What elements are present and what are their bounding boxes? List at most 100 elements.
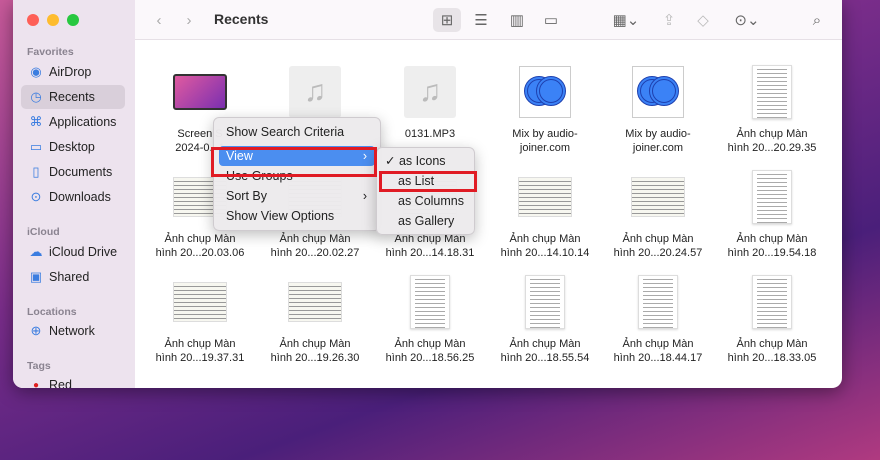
file-preview [288,282,342,322]
file-name: Ảnh chụp Màn [509,338,581,350]
chevron-right-icon: › [362,189,367,203]
gallery-view-button[interactable]: ▭ [537,8,565,32]
file-preview [752,170,792,224]
sidebar-item-downloads[interactable]: ⊙ Downloads [21,185,125,209]
file-name: Ảnh chụp Màn [736,338,808,350]
file-name-line2: hình 20...19.37.31 [155,352,245,364]
file-thumbnail [631,170,685,224]
share-icon[interactable]: ⇪ [657,8,681,32]
file-name-line2: hình 20...19.26.30 [270,352,360,364]
sidebar-item-desktop[interactable]: ▭ Desktop [21,135,125,159]
globe-icon: ⊕ [30,323,42,338]
file-item[interactable]: Ảnh chụp Màn hình 20...19.37.31 [143,275,257,365]
section-locations: Locations [27,306,77,318]
back-button[interactable]: ‹ [149,8,169,32]
file-preview [518,177,572,217]
checkmark-icon: ✓ [385,154,396,168]
download-icon: ⊙ [30,189,42,204]
file-preview [173,282,227,322]
file-preview [519,66,571,118]
file-item[interactable]: Mix by audio-joiner.com [488,65,602,155]
file-name: Ảnh chụp Màn [394,338,466,350]
file-item[interactable]: Ảnh chụp Màn hình 20...14.10.14 [488,170,602,260]
file-thumbnail [518,65,572,119]
submenu-as-icons[interactable]: ✓ as Icons [381,151,470,171]
file-item[interactable]: Ảnh chụp Màn hình 20...19.26.30 [258,275,372,365]
file-name-line2: hình 20...18.33.05 [727,352,817,364]
sidebar-item-airdrop[interactable]: ◉ AirDrop [21,60,125,84]
sidebar-item-red[interactable]: ● Red [21,373,125,388]
file-item[interactable]: Ảnh chụp Màn hình 20...18.44.17 [601,275,715,365]
search-icon[interactable]: ⌕ [805,8,829,32]
menu-sort-by[interactable]: Sort By › [219,186,375,206]
submenu-as-icons-label: as Icons [398,154,446,168]
file-preview [632,66,684,118]
file-preview [752,65,792,119]
file-thumbnail [631,275,685,329]
file-name: Ảnh chụp Màn [736,233,808,245]
file-name: Ảnh chụp Màn [279,338,351,350]
file-preview [525,275,565,329]
more-actions-button[interactable]: ⊙⌄ [729,8,765,32]
shared-folder-icon: ▣ [29,269,43,284]
minimize-button[interactable] [47,14,59,26]
file-name-line2: hình 20...18.55.54 [500,352,590,364]
file-thumbnail [173,65,227,119]
applications-icon: ⌘ [29,114,43,129]
icon-view-button[interactable]: ⊞ [433,8,461,32]
sidebar: Favorites iCloud Locations Tags ◉ AirDrop… [13,0,135,388]
window-controls [27,14,79,26]
file-name-line2: hình 20...14.10.14 [500,247,590,259]
file-item[interactable]: Ảnh chụp Màn hình 20...19.54.18 [715,170,829,260]
file-preview [410,275,450,329]
annotation-box-as-list [379,171,477,192]
file-name-line2: hình 20...20.02.27 [270,247,360,259]
group-button[interactable]: ▦⌄ [605,8,647,32]
file-thumbnail [631,65,685,119]
document-icon: ▯ [32,164,40,179]
sidebar-item-documents[interactable]: ▯ Documents [21,160,125,184]
sidebar-item-label: Recents [49,90,95,104]
file-thumbnail [288,275,342,329]
forward-button[interactable]: › [179,8,199,32]
file-item[interactable]: Ảnh chụp Màn hình 20...20.29.35 [715,65,829,155]
file-name-line2: joiner.com [519,142,571,154]
sidebar-item-label: Applications [49,115,117,129]
submenu-as-columns[interactable]: as Columns [381,191,470,211]
sidebar-item-icloud-drive[interactable]: ☁ iCloud Drive [21,240,125,264]
sidebar-item-label: Red [49,378,72,388]
sidebar-item-shared[interactable]: ▣ Shared [21,265,125,289]
menu-show-search-criteria[interactable]: Show Search Criteria [219,122,375,142]
sidebar-item-recents[interactable]: ◷ Recents [21,85,125,109]
file-name-line2: hình 20...18.56.25 [385,352,475,364]
sidebar-item-network[interactable]: ⊕ Network [21,319,125,343]
file-item[interactable]: Ảnh chụp Màn hình 20...18.56.25 [373,275,487,365]
file-item[interactable]: Ảnh chụp Màn hình 20...18.55.54 [488,275,602,365]
music-file-icon: ♫ [404,66,456,118]
file-item[interactable]: ♫ 0131.MP3 [373,65,487,141]
file-item[interactable]: Ảnh chụp Màn hình 20...20.24.57 [601,170,715,260]
file-thumbnail [403,275,457,329]
toolbar: ‹ › Recents ⊞ ☰ ▥ ▭ ▦⌄ ⇪ ◇ ⊙⌄ ⌕ [135,0,842,40]
file-thumbnail [518,170,572,224]
file-name: Mix by audio- [512,128,578,140]
menu-show-view-options[interactable]: Show View Options [219,206,375,226]
sidebar-item-label: Documents [49,165,113,179]
sidebar-item-applications[interactable]: ⌘ Applications [21,110,125,134]
file-item[interactable]: Mix by audio-joiner.com [601,65,715,155]
file-name: Ảnh chụp Màn [622,338,694,350]
list-view-button[interactable]: ☰ [467,8,495,32]
file-thumbnail: ♫ [403,65,457,119]
close-button[interactable] [27,14,39,26]
tag-icon[interactable]: ◇ [691,8,715,32]
sidebar-item-label: Downloads [49,190,111,204]
file-thumbnail [173,275,227,329]
file-item[interactable]: Ảnh chụp Màn hình 20...18.33.05 [715,275,829,365]
window-title: Recents [214,11,269,27]
file-name: Ảnh chụp Màn [279,233,351,245]
file-name: Ảnh chụp Màn [736,128,808,140]
file-name: Mix by audio- [625,128,691,140]
column-view-button[interactable]: ▥ [503,8,531,32]
zoom-button[interactable] [67,14,79,26]
submenu-as-gallery[interactable]: as Gallery [381,211,470,231]
